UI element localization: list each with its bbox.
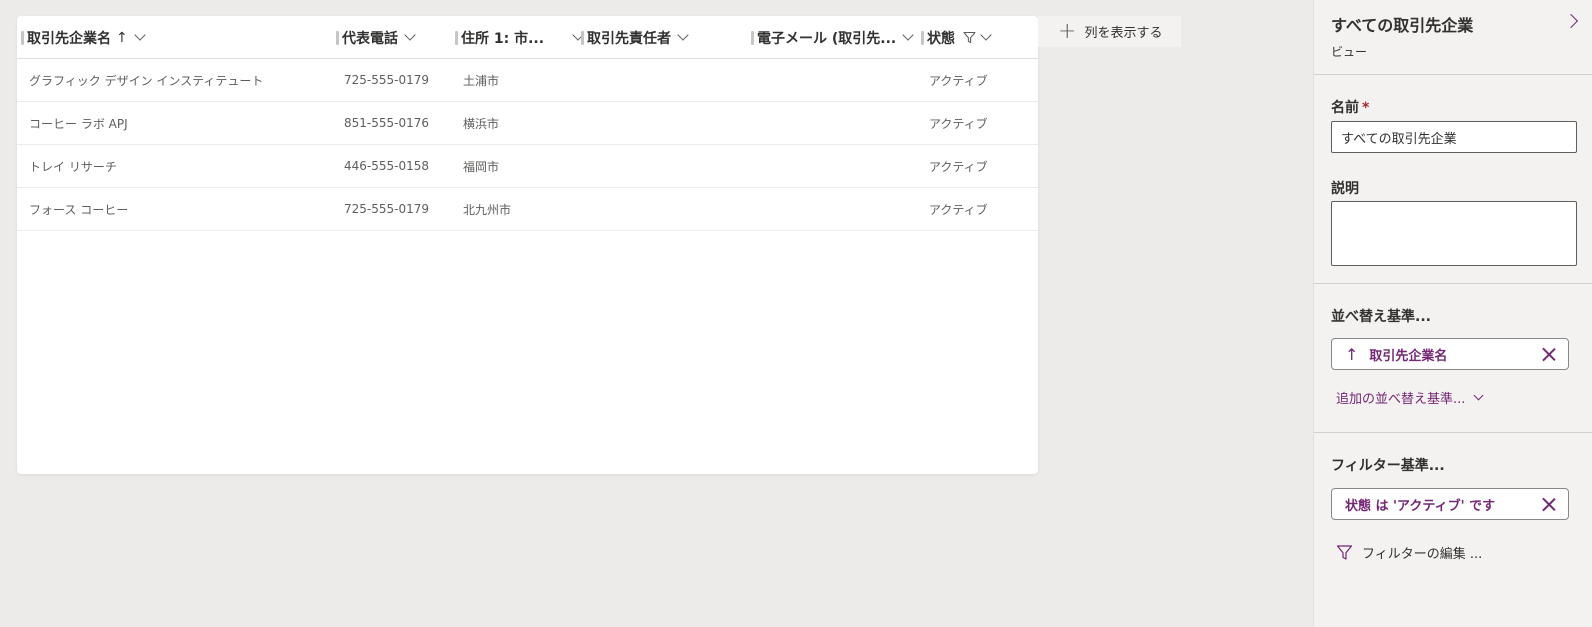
column-label: 電子メール (取引先... [757,30,897,47]
filter-chip-label: 状態 は 'アクティブ' です [1345,498,1496,514]
view-properties-panel: すべての取引先企業 ビュー 名前* 説明 並べ替え基準... ↑ 取引先企業名 … [1313,0,1592,627]
chevron-down-icon[interactable] [677,29,689,41]
cell-status: アクティブ [929,116,988,131]
filter-chip[interactable]: 状態 は 'アクティブ' です [1331,488,1569,520]
cell-status: アクティブ [929,73,988,88]
chevron-down-icon[interactable] [134,29,146,41]
cell-account-name[interactable]: コーヒー ラボ APJ [29,102,128,144]
edit-filter-label: フィルターの編集 ... [1362,547,1483,562]
name-label: 名前 * [1331,97,1369,117]
cell-city: 福岡市 [463,159,500,174]
cell-main-phone: 725-555-0179 [344,202,430,216]
table-row[interactable]: グラフィック デザイン インスティテュート 725-555-0179 土浦市 ア… [17,59,1038,102]
panel-subtitle: ビュー [1331,45,1368,59]
chevron-down-icon[interactable] [902,29,914,41]
column-resize-handle[interactable] [455,30,458,45]
column-header-primary-contact[interactable]: 取引先責任者 [581,16,689,59]
cell-account-name[interactable]: グラフィック デザイン インスティテュート [29,59,263,101]
column-header-main-phone[interactable]: 代表電話 [336,16,416,59]
table-row[interactable]: フォース コーヒー 725-555-0179 北九州市 アクティブ [17,188,1038,231]
column-resize-handle[interactable] [921,30,924,45]
column-resize-handle[interactable] [581,30,584,45]
column-label: 状態 [927,30,955,47]
chevron-down-icon[interactable] [404,29,416,41]
column-resize-handle[interactable] [751,30,754,45]
name-label-text: 名前 [1331,100,1359,116]
column-resize-handle[interactable] [21,30,24,45]
sort-ascending-icon: ↑ [1345,344,1359,364]
cell-city: 北九州市 [463,202,512,217]
cell-status: アクティブ [929,202,988,217]
close-icon[interactable] [1542,347,1556,361]
plus-icon: + [1058,18,1077,44]
edit-filter-button[interactable]: フィルターの編集 ... [1336,543,1482,562]
column-label: 取引先責任者 [587,30,671,47]
grid-header: 取引先企業名 ↑ 代表電話 住所 1: 市... 取引先責任者 電子メール (取… [17,16,1038,59]
cell-main-phone: 725-555-0179 [344,73,430,87]
description-label: 説明 [1331,181,1359,197]
show-columns-label: 列を表示する [1084,26,1163,41]
required-mark: * [1362,100,1370,116]
sort-chip[interactable]: ↑ 取引先企業名 [1331,338,1569,370]
cell-city: 土浦市 [463,73,500,88]
panel-title: すべての取引先企業 [1331,16,1474,35]
chevron-right-icon[interactable] [1563,13,1579,29]
column-header-email[interactable]: 電子メール (取引先... [751,16,914,59]
show-columns-button[interactable]: + 列を表示する [1038,16,1181,47]
cell-account-name[interactable]: トレイ リサーチ [29,145,117,187]
chevron-down-icon [1473,390,1484,400]
filter-by-label: フィルター基準... [1331,458,1445,474]
close-icon[interactable] [1542,497,1556,511]
sort-by-label: 並べ替え基準... [1331,309,1431,325]
sort-ascending-icon: ↑ [116,29,128,46]
filter-icon [1336,545,1353,560]
filter-icon [963,31,976,44]
cell-account-name[interactable]: フォース コーヒー [29,188,128,230]
cell-main-phone: 446-555-0158 [344,159,430,173]
name-input[interactable] [1331,121,1577,153]
divider [1314,432,1592,433]
accounts-grid: 取引先企業名 ↑ 代表電話 住所 1: 市... 取引先責任者 電子メール (取… [17,16,1038,474]
column-resize-handle[interactable] [336,30,339,45]
add-sort-label: 追加の並べ替え基準... [1336,392,1466,407]
add-sort-button[interactable]: 追加の並べ替え基準... [1336,388,1484,407]
column-label: 住所 1: 市... [461,30,545,47]
column-header-status[interactable]: 状態 [921,16,992,59]
table-row[interactable]: トレイ リサーチ 446-555-0158 福岡市 アクティブ [17,145,1038,188]
table-row[interactable]: コーヒー ラボ APJ 851-555-0176 横浜市 アクティブ [17,102,1038,145]
column-header-city[interactable]: 住所 1: 市... [455,16,586,59]
sort-chip-label: 取引先企業名 [1369,348,1448,364]
column-label: 代表電話 [342,30,398,47]
divider [1314,74,1592,75]
cell-main-phone: 851-555-0176 [344,116,430,130]
cell-city: 横浜市 [463,116,500,131]
column-header-account-name[interactable]: 取引先企業名 ↑ [21,16,146,59]
cell-status: アクティブ [929,159,988,174]
chevron-down-icon[interactable] [980,29,992,41]
description-input[interactable] [1331,201,1577,266]
divider [1314,283,1592,284]
column-label: 取引先企業名 [27,30,111,47]
